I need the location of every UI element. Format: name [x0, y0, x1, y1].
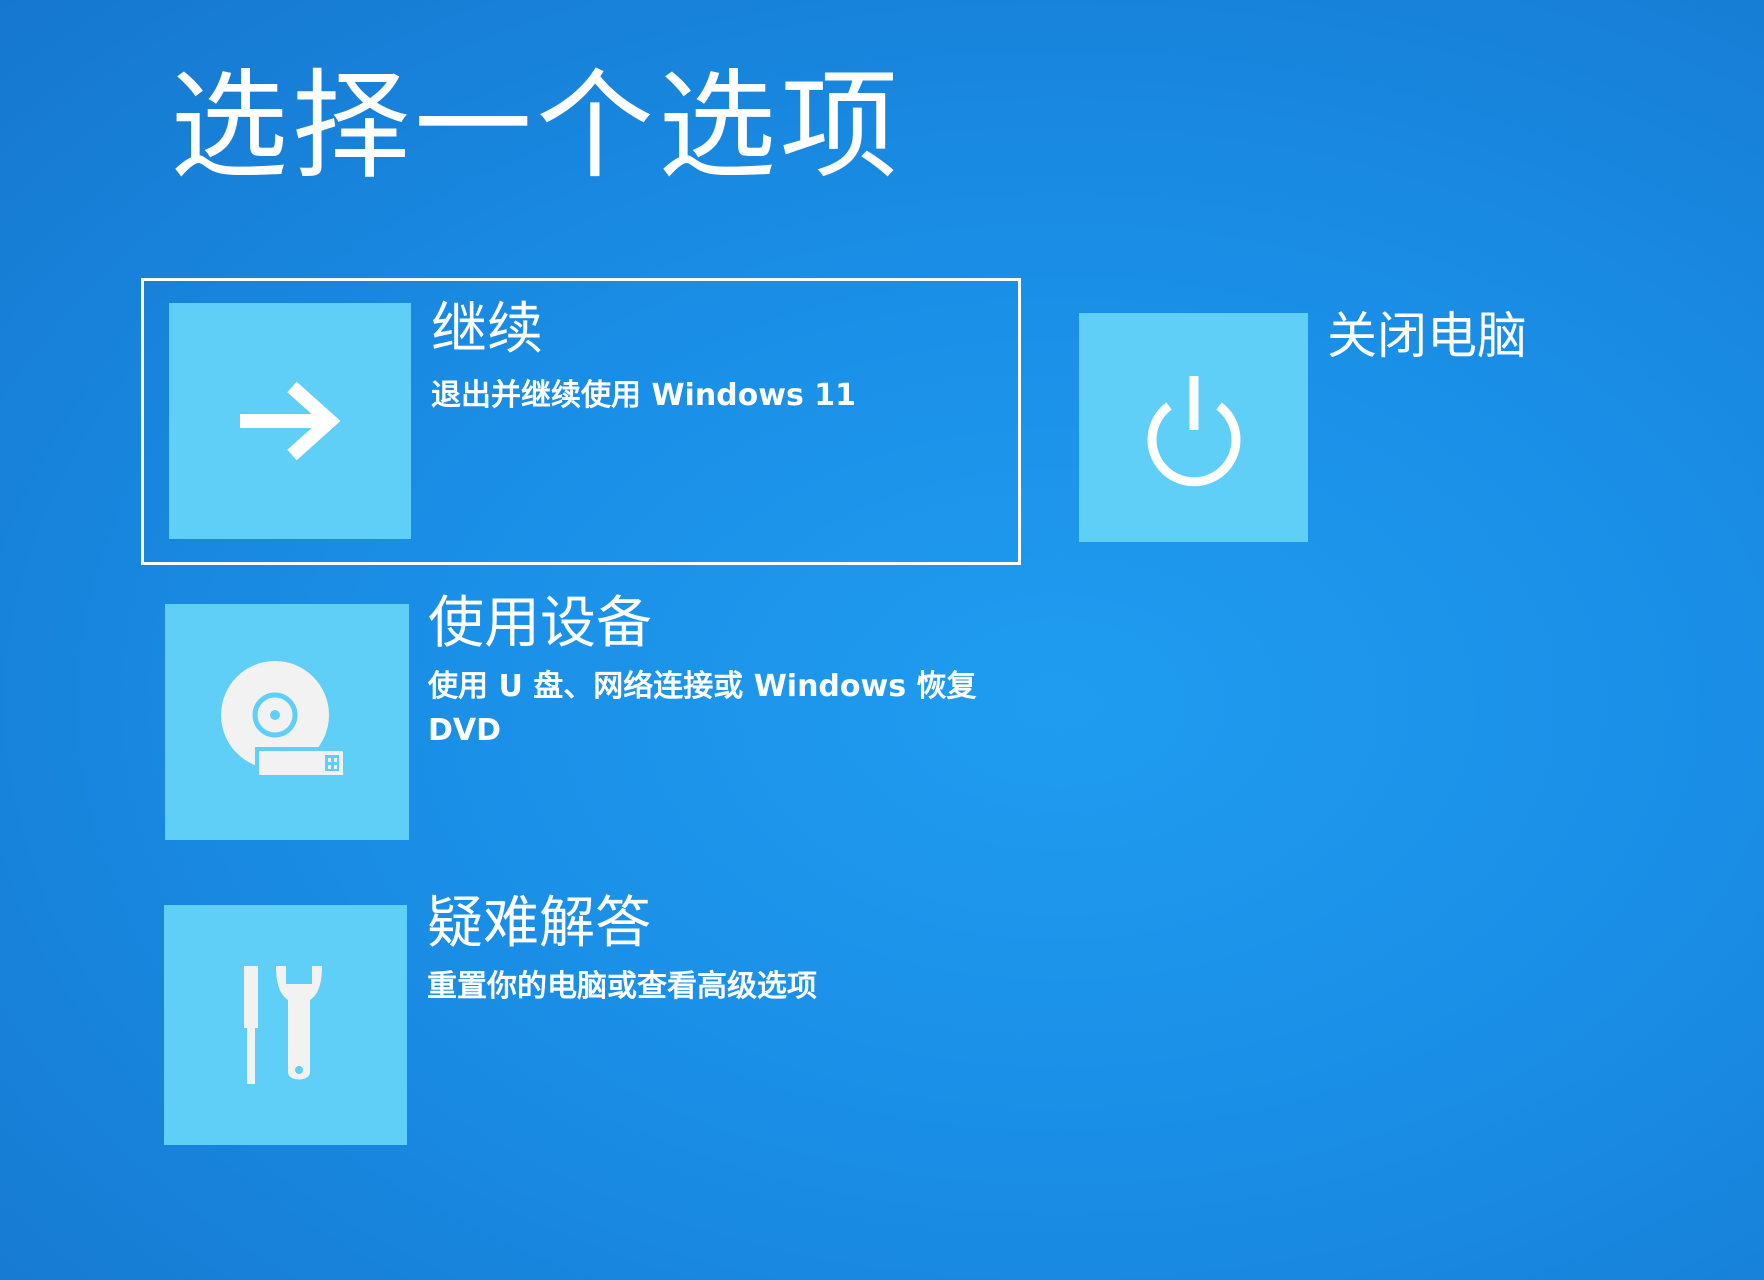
disc-usb-icon — [217, 657, 357, 787]
tools-icon — [236, 960, 336, 1090]
use-device-tile — [165, 604, 409, 840]
troubleshoot-option[interactable]: 疑难解答 重置你的电脑或查看高级选项 — [141, 885, 1021, 1145]
continue-tile — [169, 303, 411, 539]
shutdown-tile — [1079, 313, 1308, 542]
shutdown-title: 关闭电脑 — [1327, 307, 1527, 365]
continue-title: 继续 — [431, 297, 543, 362]
troubleshoot-description: 重置你的电脑或查看高级选项 — [427, 969, 817, 1004]
continue-option[interactable]: 继续 退出并继续使用 Windows 11 — [141, 278, 1021, 565]
troubleshoot-tile — [164, 905, 407, 1145]
use-device-option[interactable]: 使用设备 使用 U 盘、网络连接或 Windows 恢复 DVD — [141, 585, 1021, 845]
continue-description: 退出并继续使用 Windows 11 — [431, 378, 857, 413]
troubleshoot-title: 疑难解答 — [427, 891, 651, 956]
shutdown-option[interactable]: 关闭电脑 — [1079, 305, 1599, 545]
use-device-title: 使用设备 — [428, 591, 652, 656]
page-title: 选择一个选项 — [170, 57, 903, 195]
arrow-right-icon — [230, 371, 350, 471]
use-device-description: 使用 U 盘、网络连接或 Windows 恢复 DVD — [428, 669, 977, 748]
power-icon — [1139, 368, 1249, 488]
